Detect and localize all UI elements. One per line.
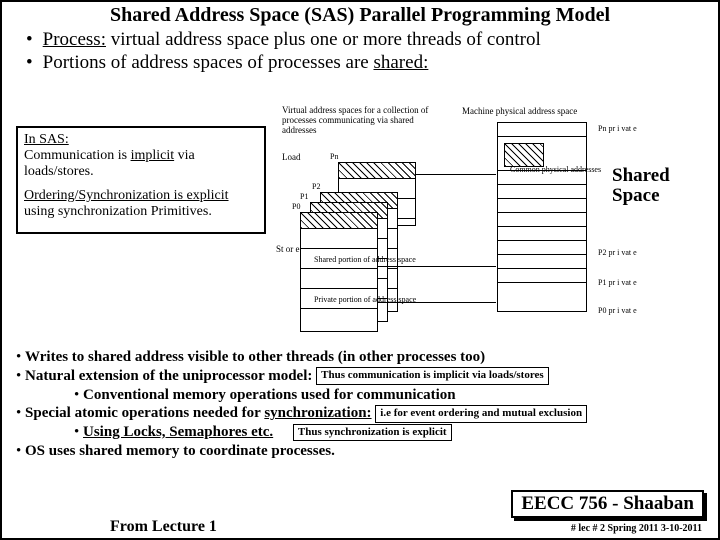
- leftbox-p1: In SAS:Communication is implicit via loa…: [24, 132, 258, 180]
- from-lecture-label: From Lecture 1: [110, 518, 217, 536]
- p2-label: P2: [312, 182, 320, 191]
- bullet-conventional: • Conventional memory operations used fo…: [74, 386, 714, 405]
- bullet-natural: • Natural extension of the uniprocessor …: [16, 367, 714, 386]
- stack-p0: [300, 212, 378, 332]
- store-label: St or e: [276, 244, 300, 254]
- diagram: Virtual address spaces for a collection …: [282, 106, 706, 336]
- bullet-locks: • Using Locks, Semaphores etc. Thus sync…: [74, 423, 714, 442]
- bullet-portions: Portions of address spaces of processes …: [26, 52, 718, 74]
- box-sync-explicit: Thus synchronization is explicit: [293, 424, 452, 442]
- common-physical-label: Common physical addresses: [510, 166, 601, 174]
- caption-physical: Machine physical address space: [462, 106, 577, 116]
- top-bullet-list: Process: virtual address space plus one …: [26, 29, 718, 74]
- footer: # lec # 2 Spring 2011 3-10-2011: [571, 523, 702, 534]
- shared-portion-label: Shared portion of address space: [314, 256, 416, 264]
- arrow-line: [378, 266, 496, 267]
- process-text: virtual address space plus one or more t…: [106, 29, 541, 50]
- p2-private-label: P2 pr i vat e: [598, 248, 637, 257]
- process-label: Process:: [43, 29, 106, 50]
- box-event-ordering: i.e for event ordering and mutual exclus…: [375, 405, 587, 423]
- bullet-process: Process: virtual address space plus one …: [26, 29, 718, 51]
- bullet-os: • OS uses shared memory to coordinate pr…: [16, 442, 714, 461]
- pn-label: Pn: [330, 152, 338, 161]
- slide-title: Shared Address Space (SAS) Parallel Prog…: [2, 2, 718, 27]
- p0-private-label: P0 pr i vat e: [598, 306, 637, 315]
- physical-memory-box: [497, 122, 587, 312]
- shared-space-label: Shared Space: [612, 166, 706, 206]
- p0-label: P0: [292, 202, 300, 211]
- bullet-writes: • Writes to shared address visible to ot…: [16, 348, 714, 367]
- left-box: In SAS:Communication is implicit via loa…: [16, 126, 266, 234]
- arrow-line: [416, 174, 496, 175]
- load-label: Load: [282, 152, 301, 162]
- course-box: EECC 756 - Shaaban: [511, 490, 704, 518]
- p1-label: P1: [300, 192, 308, 201]
- p1-private-label: P1 pr i vat e: [598, 278, 637, 287]
- shared-label: shared:: [373, 52, 428, 73]
- private-portion-label: Private portion of address space: [314, 296, 416, 304]
- arrow-line: [378, 302, 496, 303]
- box-implicit: Thus communication is implicit via loads…: [316, 367, 549, 385]
- pn-private-label: Pn pr i vat e: [598, 124, 637, 133]
- bullet-atomic: • Special atomic operations needed for s…: [16, 404, 714, 423]
- caption-virtual: Virtual address spaces for a collection …: [282, 106, 442, 136]
- slide: Shared Address Space (SAS) Parallel Prog…: [0, 0, 720, 540]
- bottom-bullets: • Writes to shared address visible to ot…: [14, 348, 714, 461]
- in-sas-label: In SAS:: [24, 132, 69, 147]
- leftbox-p2: Ordering/Synchronization is explicit usi…: [24, 188, 258, 220]
- portions-text: Portions of address spaces of processes …: [43, 52, 374, 73]
